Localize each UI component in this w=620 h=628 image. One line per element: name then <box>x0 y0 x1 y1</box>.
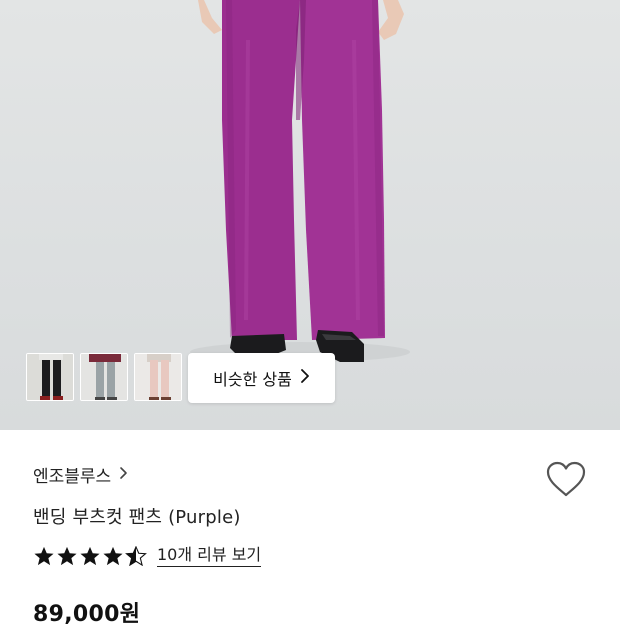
review-link[interactable]: 10개 리뷰 보기 <box>157 545 262 567</box>
product-image[interactable]: 비슷한 상품 <box>0 0 620 430</box>
similar-products-label: 비슷한 상품 <box>213 370 292 389</box>
brand-name: 엔조블루스 <box>33 467 112 487</box>
star-half-icon <box>125 546 147 566</box>
chevron-right-icon <box>119 465 128 485</box>
star-full-icon <box>80 546 100 566</box>
product-title: 밴딩 부츠컷 팬츠 (Purple) <box>33 507 241 528</box>
brand-link[interactable]: 엔조블루스 <box>33 462 128 487</box>
rating-row: 10개 리뷰 보기 <box>33 545 262 567</box>
star-full-icon <box>34 546 54 566</box>
star-full-icon <box>57 546 77 566</box>
thumbnail-pink-pants[interactable] <box>134 353 182 401</box>
star-rating <box>33 546 147 566</box>
star-full-icon <box>103 546 123 566</box>
thumbnail-black-pants[interactable] <box>26 353 74 401</box>
thumbnail-grey-pants[interactable] <box>80 353 128 401</box>
product-price: 89,000원 <box>33 602 141 627</box>
similar-products-button[interactable]: 비슷한 상품 <box>188 353 335 403</box>
wishlist-heart-icon[interactable] <box>544 458 588 502</box>
thumbnail-strip <box>26 353 182 401</box>
chevron-right-icon <box>300 368 310 387</box>
